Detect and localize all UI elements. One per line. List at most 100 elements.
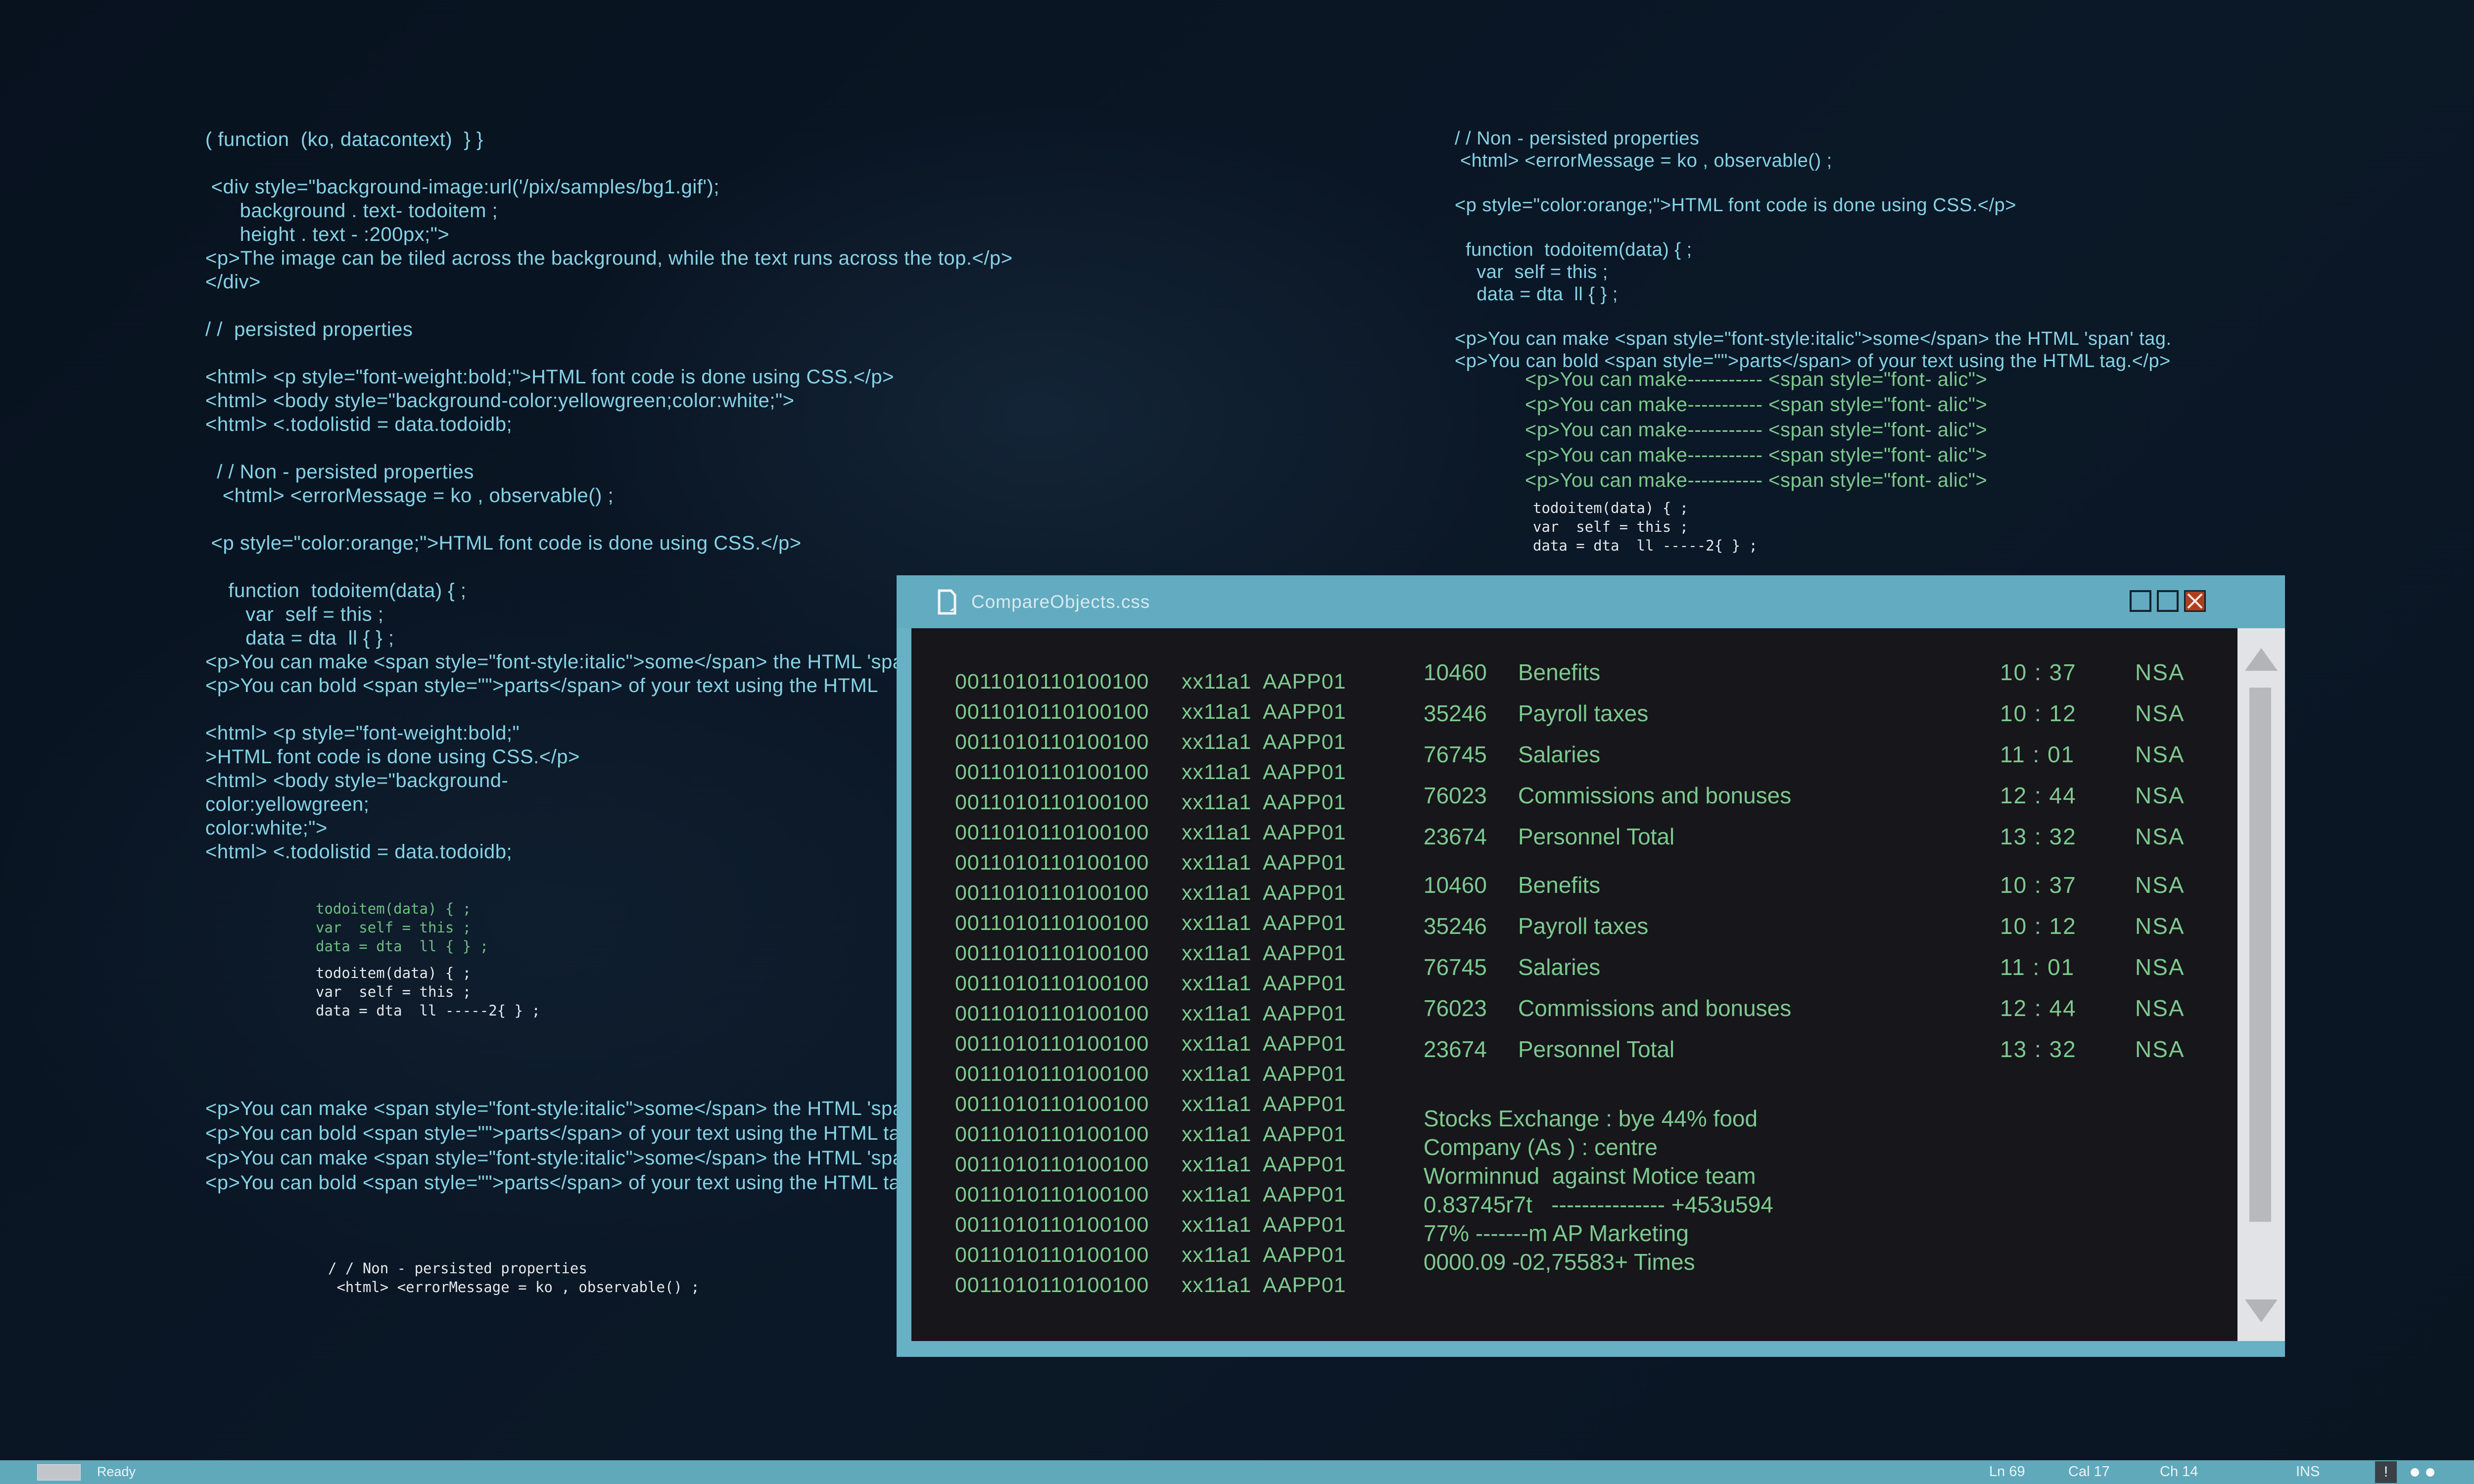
ledger-time: 12 : 44 [2000,782,2077,809]
ledger-row: 10460 Benefits 10 : 37 NSA [1424,872,2225,913]
ledger-account-number: 10460 [1424,872,1487,898]
binary-row: 0011010110100100xx11a1AAPP01 [955,697,1362,727]
window-scrollbar[interactable] [2237,628,2285,1341]
ledger-label: Benefits [1518,872,1600,898]
ledger-account-number: 10460 [1424,659,1487,686]
scroll-down-arrow-icon[interactable] [2245,1299,2278,1322]
background-code-right: / / Non - persisted properties <html> <e… [1455,128,2172,372]
ledger-account-number: 76745 [1424,954,1487,980]
ledger-time: 13 : 32 [2000,1036,2077,1063]
ledger-time: 11 : 01 [2000,954,2075,980]
desktop: { "background": { "left_code": [ "( func… [0,0,2474,1484]
status-dot-icon [2426,1468,2434,1477]
background-mono-green-left: todoitem(data) { ;var self = this ;data … [316,899,488,956]
minimize-button[interactable] [2130,590,2151,612]
ledger-tag: NSA [2135,913,2185,939]
status-indicator-chip [37,1464,81,1481]
ledger-label: Benefits [1518,659,1600,686]
status-char-number: Ch 14 [2160,1464,2198,1480]
window-controls [2130,590,2206,612]
ledger-block-2: 10460 Benefits 10 : 37 NSA 35246 Payroll… [1424,872,2225,1077]
ledger-time: 10 : 12 [2000,700,2077,727]
ledger-block-1: 10460 Benefits 10 : 37 NSA 35246 Payroll… [1424,659,2225,864]
binary-list: 0011010110100100xx11a1AAPP01001101011010… [955,667,1362,1300]
document-icon [938,589,956,615]
binary-row: 0011010110100100xx11a1AAPP01 [955,1240,1362,1270]
ledger-label: Salaries [1518,954,1600,980]
ledger-row: 35246 Payroll taxes 10 : 12 NSA [1424,700,2225,741]
ledger-time: 11 : 01 [2000,741,2075,768]
status-column-number: Cal 17 [2068,1464,2110,1480]
ledger-row: 35246 Payroll taxes 10 : 12 NSA [1424,913,2225,954]
status-bar: Ready Ln 69 Cal 17 Ch 14 INS ! [0,1460,2474,1484]
ledger-account-number: 35246 [1424,913,1487,939]
maximize-button[interactable] [2157,590,2179,612]
ledger-account-number: 23674 [1424,1036,1487,1063]
ledger-tag: NSA [2135,823,2185,850]
binary-row: 0011010110100100xx11a1AAPP01 [955,1089,1362,1119]
binary-row: 0011010110100100xx11a1AAPP01 [955,727,1362,757]
binary-row: 0011010110100100xx11a1AAPP01 [955,1180,1362,1210]
binary-row: 0011010110100100xx11a1AAPP01 [955,908,1362,938]
binary-row: 0011010110100100xx11a1AAPP01 [955,848,1362,878]
background-mono-white-left: todoitem(data) { ;var self = this ;data … [316,964,540,1020]
ledger-tag: NSA [2135,782,2185,809]
ledger-label: Commissions and bonuses [1518,995,1791,1021]
status-insert-mode: INS [2296,1464,2320,1480]
ledger-footer-text: Stocks Exchange : bye 44% foodCompany (A… [1424,1104,1773,1276]
binary-row: 0011010110100100xx11a1AAPP01 [955,1210,1362,1240]
ledger-label: Personnel Total [1518,823,1674,850]
binary-row: 0011010110100100xx11a1AAPP01 [955,969,1362,999]
ledger-row: 76745 Salaries 11 : 01 NSA [1424,954,2225,995]
window-bottom-border [897,1341,2285,1357]
ledger-time: 10 : 12 [2000,913,2077,939]
ledger-row: 76023 Commissions and bonuses 12 : 44 NS… [1424,995,2225,1036]
ledger-account-number: 23674 [1424,823,1487,850]
binary-row: 0011010110100100xx11a1AAPP01 [955,878,1362,908]
window-titlebar[interactable]: CompareObjects.css [897,575,2285,628]
background-code-left-lower: <p>You can make <span style="font-style:… [205,1096,929,1195]
ledger-time: 12 : 44 [2000,995,2077,1021]
alert-badge[interactable]: ! [2375,1461,2397,1483]
window-title: CompareObjects.css [971,592,1150,612]
ledger-tag: NSA [2135,659,2185,686]
ledger-label: Salaries [1518,741,1600,768]
binary-row: 0011010110100100xx11a1AAPP01 [955,788,1362,818]
ledger-tag: NSA [2135,872,2185,898]
background-code-right-green: <p>You can make----------- <span style="… [1525,367,1987,493]
ledger-tag: NSA [2135,741,2185,768]
ledger-account-number: 76745 [1424,741,1487,768]
ledger-tag: NSA [2135,954,2185,980]
status-line-number: Ln 69 [1989,1464,2025,1480]
ledger-tag: NSA [2135,995,2185,1021]
background-mono-white-right: todoitem(data) { ;var self = this ;data … [1533,499,1758,555]
ledger-label: Payroll taxes [1518,700,1648,727]
binary-row: 0011010110100100xx11a1AAPP01 [955,999,1362,1029]
ledger-row: 23674 Personnel Total 13 : 32 NSA [1424,1036,2225,1077]
scrollbar-thumb[interactable] [2249,688,2271,1222]
window-content: 0011010110100100xx11a1AAPP01001101011010… [911,628,2237,1341]
binary-row: 0011010110100100xx11a1AAPP01 [955,818,1362,848]
ledger-tag: NSA [2135,1036,2185,1063]
ledger-account-number: 76023 [1424,995,1487,1021]
ledger-time: 10 : 37 [2000,872,2077,898]
ledger-row: 10460 Benefits 10 : 37 NSA [1424,659,2225,700]
background-mono-white-left-2: / / Non - persisted properties <html> <e… [328,1259,700,1297]
ledger-row: 76023 Commissions and bonuses 12 : 44 NS… [1424,782,2225,823]
ledger-time: 13 : 32 [2000,823,2077,850]
ledger-time: 10 : 37 [2000,659,2077,686]
binary-row: 0011010110100100xx11a1AAPP01 [955,667,1362,697]
close-button[interactable] [2184,590,2206,612]
binary-row: 0011010110100100xx11a1AAPP01 [955,757,1362,788]
ledger-label: Commissions and bonuses [1518,782,1791,809]
compare-objects-window: CompareObjects.css 0011010110100100xx11a… [897,575,2285,1357]
background-code-left: ( function (ko, datacontext) } } <div st… [205,128,1013,864]
binary-row: 0011010110100100xx11a1AAPP01 [955,1150,1362,1180]
ledger-label: Personnel Total [1518,1036,1674,1063]
window-left-border [897,628,911,1341]
ledger-account-number: 35246 [1424,700,1487,727]
ledger-row: 76745 Salaries 11 : 01 NSA [1424,741,2225,782]
binary-row: 0011010110100100xx11a1AAPP01 [955,1119,1362,1150]
scroll-up-arrow-icon[interactable] [2245,648,2278,671]
binary-row: 0011010110100100xx11a1AAPP01 [955,1059,1362,1089]
